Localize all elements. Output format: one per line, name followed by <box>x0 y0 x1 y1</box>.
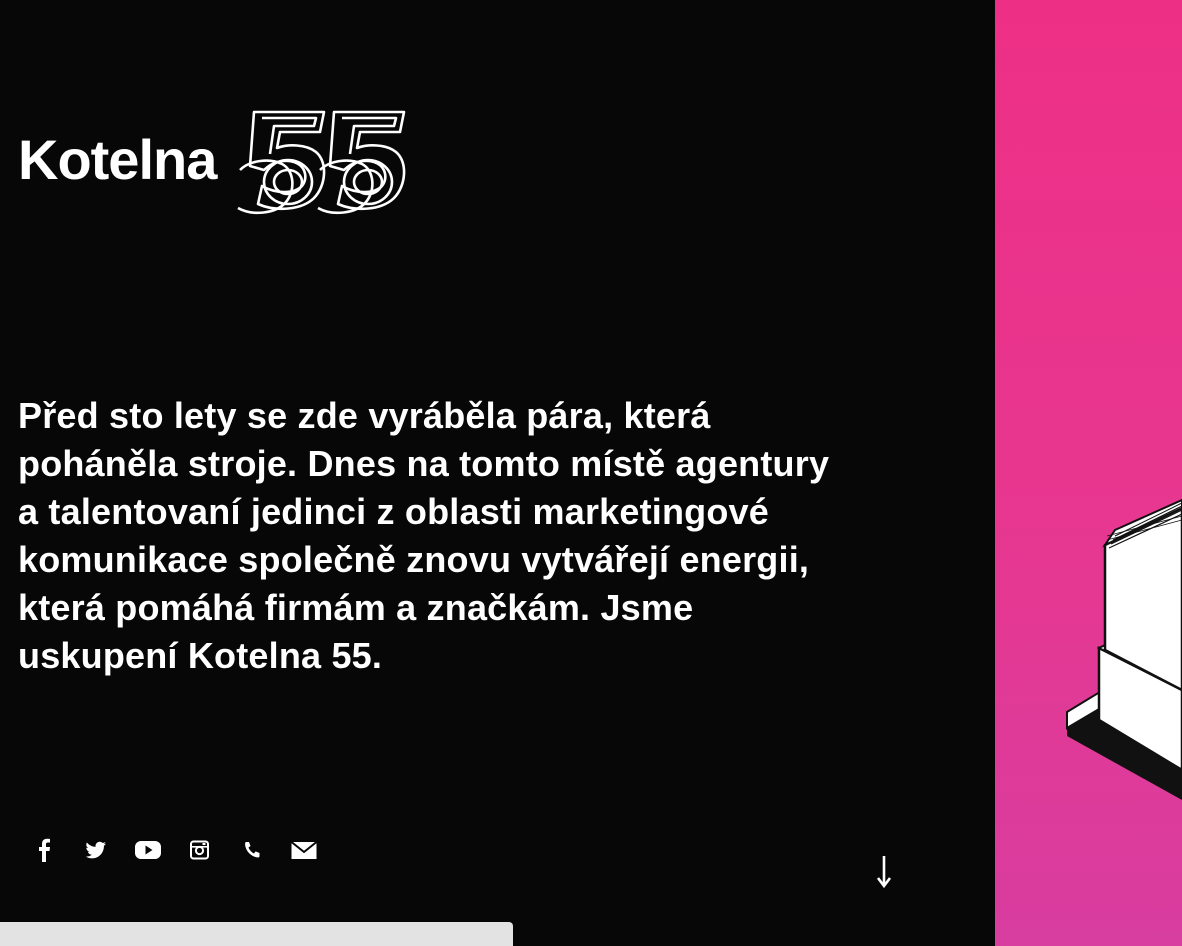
youtube-link[interactable] <box>134 832 186 868</box>
logo-wordmark: Kotelna <box>18 128 217 191</box>
scroll-down-arrow-icon[interactable] <box>868 852 900 892</box>
illustration-panel <box>995 0 1182 946</box>
twitter-link[interactable] <box>82 832 134 868</box>
youtube-icon <box>135 841 161 859</box>
instagram-link[interactable] <box>186 832 238 868</box>
intro-paragraph: Před sto lety se zde vyráběla pára, kter… <box>18 395 830 676</box>
instagram-icon <box>190 840 209 860</box>
phone-icon <box>245 842 260 858</box>
mail-icon <box>290 841 318 859</box>
twitter-icon <box>85 841 106 859</box>
site-logo[interactable]: Kotelna <box>18 104 416 222</box>
facebook-link[interactable] <box>30 832 82 868</box>
phone-link[interactable] <box>238 832 290 868</box>
email-link[interactable] <box>290 832 342 868</box>
boiler-house-illustration <box>1066 498 1182 800</box>
facebook-icon <box>39 838 50 862</box>
hero-section: Kotelna Před sto lety se zde vyráběla pá… <box>0 0 995 946</box>
logo-55-mark <box>237 110 406 215</box>
cookie-bar[interactable] <box>0 922 513 946</box>
social-links <box>30 832 342 868</box>
